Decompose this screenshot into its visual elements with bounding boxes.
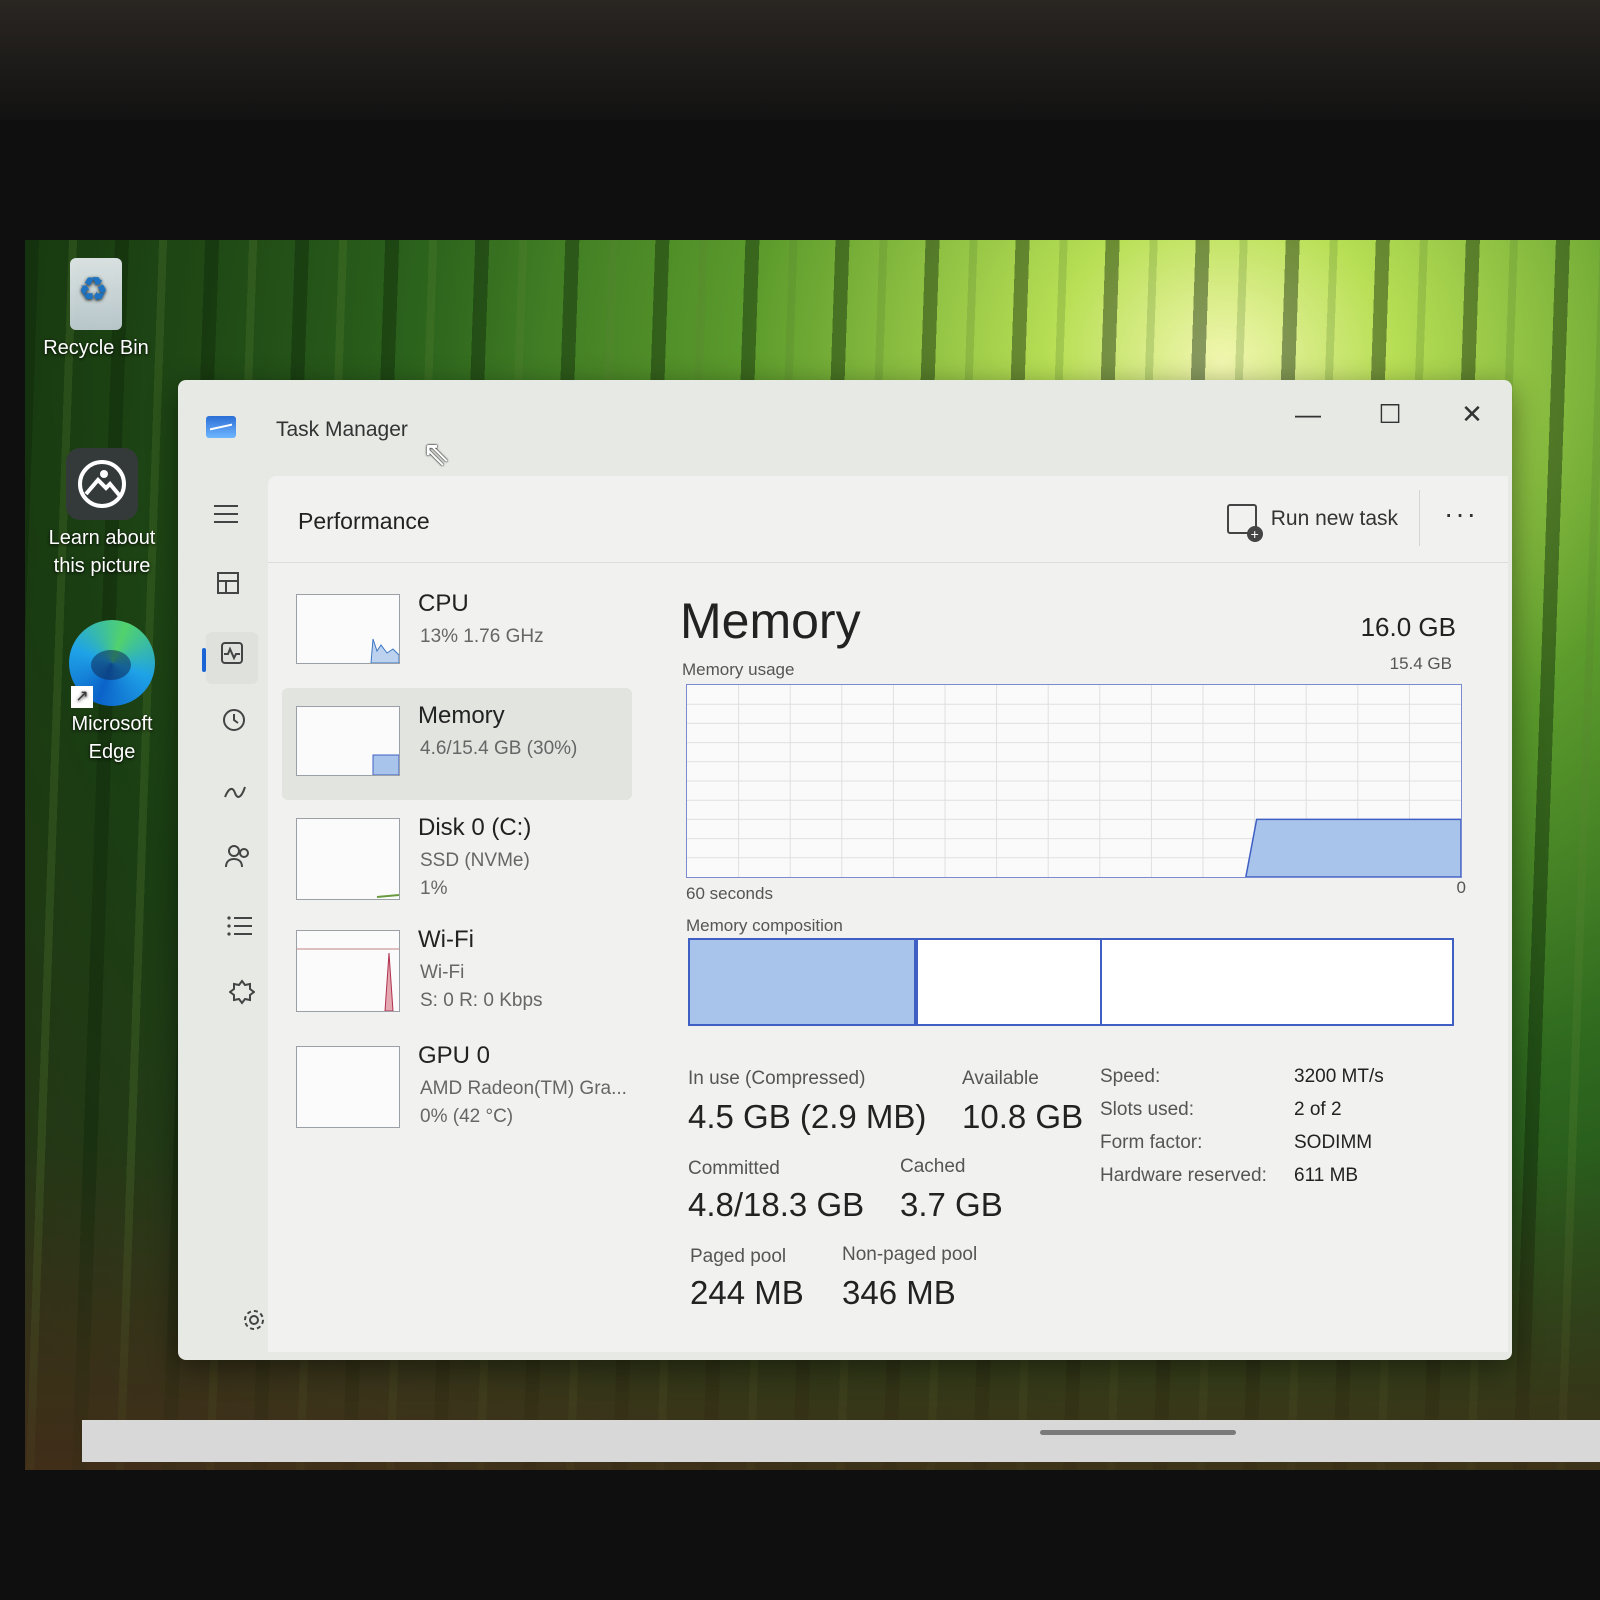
memory-composition-bar [688, 938, 1454, 1026]
performance-list: CPU 13% 1.76 GHz Memory 4.6/15.4 GB (30%… [282, 576, 632, 1140]
perf-item-detail: 4.6/15.4 GB (30%) [420, 738, 578, 759]
run-task-icon [1226, 504, 1263, 542]
processes-icon[interactable] [202, 562, 254, 614]
maximize-button[interactable]: ☐ [1370, 394, 1410, 434]
task-manager-app-icon [206, 416, 236, 438]
run-new-task-button[interactable]: Run new task [1226, 498, 1398, 542]
memory-thumbnail-graph [296, 706, 400, 776]
memory-total: 16.0 GB [1360, 612, 1456, 642]
memory-usage-label: Memory usage [682, 660, 795, 679]
perf-item-detail-2: 0% (42 °C) [420, 1106, 514, 1127]
perf-item-detail: Wi-Fi [420, 962, 465, 983]
edge-shortcut[interactable]: ↗ Microsoft Edge [52, 620, 172, 766]
app-history-icon[interactable] [208, 700, 260, 752]
perf-item-wifi[interactable]: Wi-Fi Wi-Fi S: 0 R: 0 Kbps [282, 912, 632, 1028]
memory-usage-max: 15.4 GB [1389, 654, 1452, 673]
composition-in-use [690, 940, 915, 1024]
active-indicator [202, 648, 206, 672]
perf-item-name: Wi-Fi [418, 926, 474, 953]
hardware-reserved-label: Hardware reserved: [1100, 1165, 1267, 1186]
close-button[interactable]: ✕ [1452, 394, 1492, 434]
performance-icon[interactable] [202, 632, 258, 684]
task-manager-window: Task Manager — ☐ ✕ ⇖ Performance + Run n… [178, 380, 1512, 1360]
learn-about-picture-shortcut[interactable]: Learn about this picture [42, 448, 162, 580]
run-new-task-label: Run new task [1270, 507, 1398, 530]
hardware-reserved-value: 611 MB [1294, 1165, 1359, 1186]
committed-label: Committed [688, 1158, 780, 1179]
nav-sidebar [198, 480, 278, 1360]
startup-apps-icon[interactable] [210, 768, 262, 820]
perf-item-name: CPU [418, 590, 469, 617]
minimize-button[interactable]: — [1288, 394, 1328, 434]
header-divider [1419, 490, 1420, 546]
page-title: Performance [298, 508, 430, 534]
in-use-label: In use (Compressed) [688, 1068, 866, 1089]
paged-pool-value: 244 MB [690, 1274, 804, 1311]
gpu-thumbnail-graph [296, 1046, 400, 1128]
recycle-bin-label: Recycle Bin [43, 337, 149, 359]
edge-label: Microsoft Edge [71, 713, 153, 763]
disk-thumbnail-graph [296, 818, 400, 900]
perf-item-detail-2: S: 0 R: 0 Kbps [420, 990, 543, 1011]
slots-used-value: 2 of 2 [1294, 1099, 1342, 1120]
cached-label: Cached [900, 1156, 966, 1177]
graph-zero-label: 0 [1456, 878, 1466, 897]
slots-used-label: Slots used: [1100, 1099, 1194, 1120]
perf-item-disk[interactable]: Disk 0 (C:) SSD (NVMe) 1% [282, 800, 632, 912]
memory-title: Memory [680, 593, 861, 649]
learn-about-picture-label: Learn about this picture [48, 527, 156, 577]
perf-item-detail: 13% 1.76 GHz [420, 626, 544, 647]
composition-standby [917, 940, 1103, 1024]
perf-item-detail: AMD Radeon(TM) Gra... [420, 1078, 627, 1099]
memory-composition-label: Memory composition [686, 916, 843, 935]
available-value: 10.8 GB [962, 1098, 1084, 1135]
laptop-bezel [0, 0, 1600, 120]
wifi-thumbnail-graph [296, 930, 400, 1012]
recycle-bin-shortcut[interactable]: ♻ Recycle Bin [36, 258, 156, 362]
paged-pool-label: Paged pool [690, 1246, 787, 1267]
in-use-value: 4.5 GB (2.9 MB) [688, 1098, 927, 1135]
more-options-button[interactable]: ··· [1444, 498, 1478, 530]
perf-item-detail: SSD (NVMe) [420, 850, 530, 871]
speed-label: Speed: [1100, 1066, 1161, 1087]
content-pane: Performance Run new task ··· CPU 13% 1.7… [268, 476, 1508, 1352]
form-factor-label: Form factor: [1100, 1132, 1203, 1153]
time-span-label: 60 seconds [686, 884, 773, 903]
perf-item-name: Memory [418, 702, 505, 729]
committed-value: 4.8/18.3 GB [688, 1186, 865, 1223]
available-label: Available [962, 1068, 1039, 1089]
edge-icon: ↗ [69, 620, 155, 708]
taskbar-handle[interactable] [1040, 1430, 1236, 1435]
perf-item-name: Disk 0 (C:) [418, 814, 532, 841]
taskbar [82, 1420, 1600, 1462]
title-bar[interactable]: Task Manager — ☐ ✕ [178, 380, 1512, 475]
hamburger-icon[interactable] [200, 492, 252, 544]
perf-item-cpu[interactable]: CPU 13% 1.76 GHz [282, 576, 632, 688]
nonpaged-pool-label: Non-paged pool [842, 1244, 978, 1265]
memory-usage-graph [686, 684, 1462, 878]
cpu-thumbnail-graph [296, 594, 400, 664]
shortcut-arrow-icon: ↗ [71, 686, 93, 708]
form-factor-value: SODIMM [1294, 1132, 1373, 1153]
camera-icon [66, 448, 138, 520]
perf-item-memory[interactable]: Memory 4.6/15.4 GB (30%) [282, 688, 632, 800]
perf-item-gpu[interactable]: GPU 0 AMD Radeon(TM) Gra... 0% (42 °C) [282, 1028, 632, 1140]
nonpaged-pool-value: 346 MB [842, 1274, 956, 1311]
users-icon[interactable] [212, 836, 264, 888]
services-icon[interactable] [216, 972, 268, 1024]
mouse-cursor-icon: ⇖ [422, 435, 451, 473]
window-title: Task Manager [276, 418, 408, 441]
page-header: Performance Run new task ··· [268, 476, 1508, 563]
perf-item-detail-2: 1% [420, 878, 448, 899]
recycle-bin-icon: ♻ [70, 258, 122, 330]
speed-value: 3200 MT/s [1294, 1066, 1384, 1087]
details-icon[interactable] [214, 904, 266, 956]
memory-usage-chart [687, 685, 1461, 877]
memory-usage-area [1245, 818, 1461, 877]
perf-item-name: GPU 0 [418, 1042, 491, 1069]
cached-value: 3.7 GB [900, 1186, 1003, 1223]
composition-free [1102, 940, 1452, 1024]
